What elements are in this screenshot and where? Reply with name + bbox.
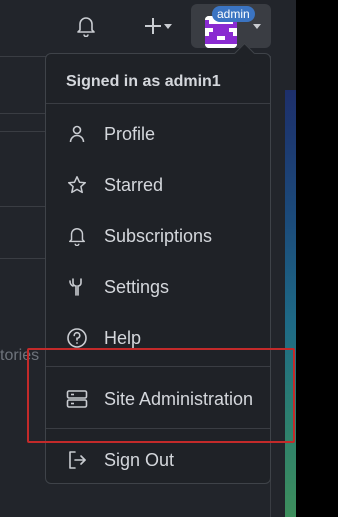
menu-item-settings[interactable]: Settings <box>46 267 270 307</box>
menu-item-profile[interactable]: Profile <box>46 114 270 154</box>
user-menu-button[interactable]: admin <box>191 4 271 48</box>
chevron-down-icon <box>253 24 261 29</box>
background-dark-edge <box>296 0 338 517</box>
create-new-button[interactable] <box>130 10 176 42</box>
admin-badge: admin <box>212 6 255 22</box>
bell-icon <box>77 17 95 37</box>
menu-item-label: Starred <box>104 174 164 195</box>
star-icon <box>66 174 88 196</box>
chevron-down-icon <box>164 24 172 29</box>
plus-icon <box>145 18 161 34</box>
person-icon <box>66 123 88 145</box>
menu-item-label: Sign Out <box>104 449 175 470</box>
divider <box>0 258 50 259</box>
background-image-strip <box>285 90 296 517</box>
divider <box>0 56 50 57</box>
menu-item-starred[interactable]: Starred <box>46 165 270 205</box>
notifications-button[interactable] <box>70 10 102 42</box>
divider <box>0 113 50 114</box>
menu-item-label: Profile <box>104 123 156 144</box>
menu-item-label: Help <box>104 327 142 348</box>
menu-item-subscriptions[interactable]: Subscriptions <box>46 216 270 256</box>
signed-in-label: Signed in as admin1 <box>66 73 221 90</box>
menu-item-label: Subscriptions <box>104 225 213 246</box>
menu-item-sign-out[interactable]: Sign Out <box>46 440 270 480</box>
question-icon <box>66 327 88 349</box>
top-navbar: admin <box>0 0 300 50</box>
divider <box>46 103 270 104</box>
divider <box>0 206 50 207</box>
highlight-annotation <box>27 348 295 443</box>
divider <box>0 131 50 132</box>
menu-item-label: Settings <box>104 276 170 297</box>
bell-icon <box>66 225 88 247</box>
sign-out-icon <box>66 449 88 471</box>
tools-icon <box>66 276 88 298</box>
